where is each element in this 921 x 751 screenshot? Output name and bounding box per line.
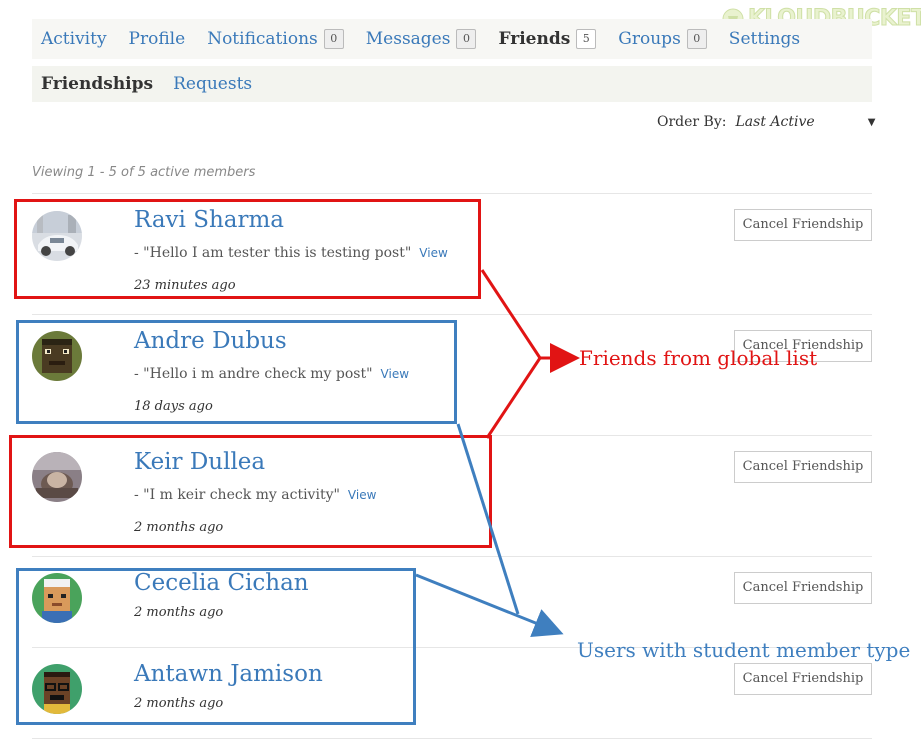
annotation-student-type: Users with student member type (577, 638, 911, 662)
arrow-red-upper (480, 269, 542, 359)
arrow-blue-main (415, 573, 564, 637)
arrow-red-lower (485, 357, 542, 439)
annotation-global-list: Friends from global list (579, 346, 818, 370)
arrow-blue-upper (456, 423, 520, 615)
